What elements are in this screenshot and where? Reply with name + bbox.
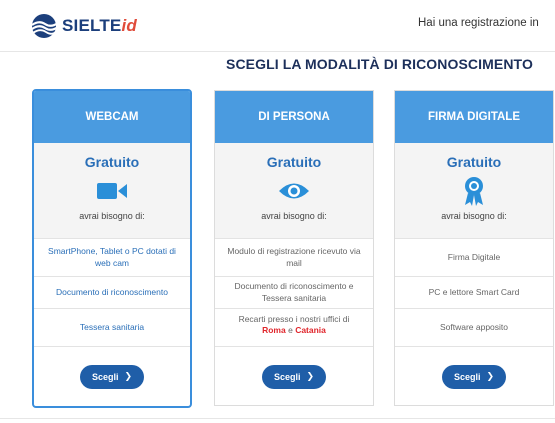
site-header: SIELTEid Hai una registrazione in bbox=[0, 0, 555, 52]
need-label: avrai bisogno di: bbox=[261, 211, 327, 221]
price-label: Gratuito bbox=[84, 154, 140, 170]
page-title: SCEGLI LA MODALITÀ DI RICONOSCIMENTO bbox=[226, 56, 533, 72]
logo-wave-icon bbox=[31, 14, 59, 38]
requirement-item: Documento di riconoscimento e Tessera sa… bbox=[215, 276, 373, 308]
requirement-item: Tessera sanitaria bbox=[34, 308, 190, 346]
price-label: Gratuito bbox=[446, 154, 502, 170]
choose-di-persona-button[interactable]: Scegli ❯ bbox=[262, 364, 326, 389]
registration-prompt[interactable]: Hai una registrazione in bbox=[418, 17, 539, 29]
video-camera-icon bbox=[34, 176, 190, 206]
need-label: avrai bisogno di: bbox=[79, 211, 145, 221]
need-label: avrai bisogno di: bbox=[441, 211, 507, 221]
city-catania: Catania bbox=[295, 325, 326, 336]
requirement-item: SmartPhone, Tablet o PC dotati di web ca… bbox=[34, 238, 190, 276]
card-title: WEBCAM bbox=[34, 91, 190, 143]
logo-wordmark: SIELTEid bbox=[62, 16, 137, 35]
choose-firma-digitale-button[interactable]: Scegli ❯ bbox=[442, 364, 506, 389]
requirement-item: Firma Digitale bbox=[395, 238, 553, 276]
card-di-persona[interactable]: DI PERSONA Gratuito avrai bisogno di: Mo… bbox=[214, 90, 374, 406]
footer-divider bbox=[0, 418, 555, 419]
card-title: DI PERSONA bbox=[215, 91, 373, 143]
requirement-item: Recarti presso i nostri uffici di Roma e… bbox=[215, 308, 373, 346]
requirement-item: Modulo di registrazione ricevuto via mai… bbox=[215, 238, 373, 276]
requirement-item: Documento di riconoscimento bbox=[34, 276, 190, 308]
card-firma-digitale[interactable]: FIRMA DIGITALE Gratuito avrai bisogno di… bbox=[394, 90, 554, 406]
eye-icon bbox=[215, 176, 373, 206]
award-badge-icon bbox=[395, 176, 553, 206]
card-title: FIRMA DIGITALE bbox=[395, 91, 553, 143]
choose-webcam-button[interactable]: Scegli ❯ bbox=[80, 364, 144, 389]
sielte-id-logo[interactable]: SIELTEid bbox=[30, 8, 137, 44]
requirement-item: PC e lettore Smart Card bbox=[395, 276, 553, 308]
card-webcam[interactable]: WEBCAM Gratuito avrai bisogno di: SmartP… bbox=[32, 89, 192, 408]
price-label: Gratuito bbox=[266, 154, 322, 170]
city-roma: Roma bbox=[262, 325, 286, 336]
requirement-item: Software apposito bbox=[395, 308, 553, 346]
